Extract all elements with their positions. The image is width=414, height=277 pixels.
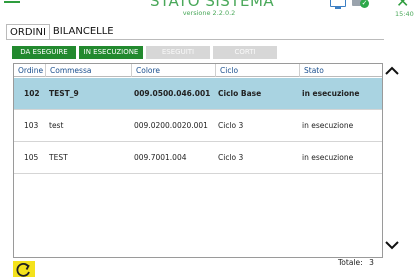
filter-in-esecuzione-button[interactable]: IN ESECUZIONE bbox=[79, 46, 143, 59]
cell-colore: 009.0200.0020.001 bbox=[134, 121, 208, 130]
cell-stato: in esecuzione bbox=[302, 153, 354, 162]
cell-stato: in esecuzione bbox=[302, 89, 360, 98]
tab-ordini[interactable]: ORDINI bbox=[6, 24, 50, 40]
hamburger-menu-icon[interactable] bbox=[4, 0, 20, 6]
tab-bilancelle[interactable]: BILANCELLE bbox=[50, 24, 117, 40]
app-header: STATO SISTEMA versione 2.2.0.2 ✓ ✕ 15:40 bbox=[0, 0, 414, 22]
cell-stato: in esecuzione bbox=[302, 121, 354, 130]
orders-table: Ordine Commessa Colore Ciclo Stato 102 T… bbox=[13, 63, 383, 258]
cell-ciclo: Ciclo 3 bbox=[218, 121, 244, 130]
table-row[interactable]: 103 test 009.0200.0020.001 Ciclo 3 in es… bbox=[14, 110, 382, 142]
version-label: versione 2.2.0.2 bbox=[182, 9, 236, 17]
cell-ciclo: Ciclo 3 bbox=[218, 153, 244, 162]
chevron-up-icon[interactable] bbox=[385, 66, 399, 76]
table-row[interactable]: 105 TEST 009.7001.004 Ciclo 3 in esecuzi… bbox=[14, 142, 382, 174]
refresh-button[interactable] bbox=[13, 261, 35, 277]
tab-divider bbox=[6, 39, 384, 40]
tab-bar: ORDINI BILANCELLE bbox=[6, 24, 117, 40]
cell-commessa: TEST_9 bbox=[49, 89, 79, 98]
totale-label: Totale: bbox=[338, 258, 363, 267]
filter-da-eseguire-button[interactable]: DA ESEGUIRE bbox=[12, 46, 76, 59]
cell-ordine: 102 bbox=[24, 89, 40, 98]
filter-corti-button[interactable]: CORTI bbox=[213, 46, 277, 59]
table-header: Ordine Commessa Colore Ciclo Stato bbox=[14, 64, 382, 77]
filter-eseguiti-button[interactable]: ESEGUITI bbox=[146, 46, 210, 59]
totale-value: 3 bbox=[369, 258, 374, 267]
column-header-ordine[interactable]: Ordine bbox=[14, 64, 45, 77]
chevron-down-icon[interactable] bbox=[385, 240, 399, 250]
clock: 15:40 bbox=[395, 10, 414, 18]
cell-colore: 009.0500.046.001 bbox=[134, 89, 211, 98]
table-row[interactable]: 102 TEST_9 009.0500.046.001 Ciclo Base i… bbox=[14, 78, 382, 110]
column-header-commessa[interactable]: Commessa bbox=[45, 64, 131, 77]
filter-bar: DA ESEGUIRE IN ESECUZIONE ESEGUITI CORTI bbox=[12, 46, 280, 59]
column-header-colore[interactable]: Colore bbox=[131, 64, 215, 77]
column-header-ciclo[interactable]: Ciclo bbox=[215, 64, 299, 77]
refresh-icon bbox=[16, 262, 30, 277]
check-icon: ✓ bbox=[360, 0, 369, 8]
cell-commessa: TEST bbox=[49, 153, 68, 162]
cell-ordine: 103 bbox=[24, 121, 39, 130]
cell-commessa: test bbox=[49, 121, 64, 130]
cell-ordine: 105 bbox=[24, 153, 39, 162]
monitor-icon[interactable] bbox=[330, 0, 346, 9]
column-header-stato[interactable]: Stato bbox=[299, 64, 382, 77]
cell-ciclo: Ciclo Base bbox=[218, 89, 262, 98]
cell-colore: 009.7001.004 bbox=[134, 153, 187, 162]
totals: Totale: 3 bbox=[338, 258, 374, 267]
